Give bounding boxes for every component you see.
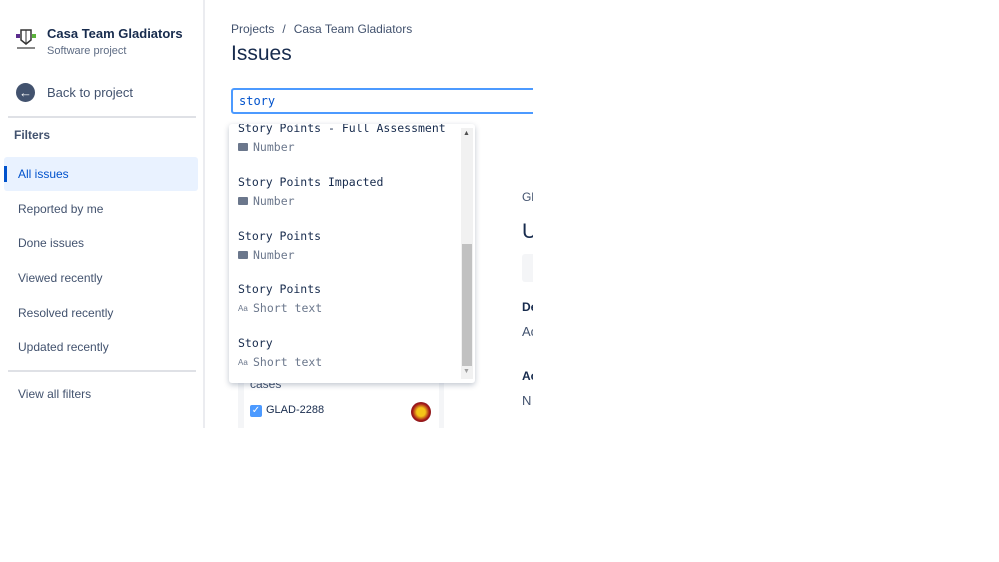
option-type: Short text: [253, 301, 323, 315]
breadcrumb-project[interactable]: Casa Team Gladiators: [294, 22, 413, 36]
description-placeholder[interactable]: Ac: [522, 324, 533, 339]
sidebar-item-all-issues[interactable]: All issues: [4, 157, 198, 191]
sidebar-item-done-issues[interactable]: Done issues: [4, 226, 198, 260]
back-to-project-link[interactable]: ← Back to project: [16, 83, 133, 102]
option-name[interactable]: Story Points - Full Assessment: [238, 124, 446, 135]
issue-key[interactable]: GLAD-2288: [266, 404, 324, 416]
sidebar-item-updated-recently[interactable]: Updated recently: [4, 330, 198, 364]
sidebar-item-viewed-recently[interactable]: Viewed recently: [4, 261, 198, 295]
scrollbar[interactable]: ▲ ▼: [461, 128, 473, 379]
detail-issue-key[interactable]: Gl: [522, 190, 533, 204]
avatar: [411, 402, 431, 422]
sidebar-item-resolved-recently[interactable]: Resolved recently: [4, 296, 198, 330]
breadcrumb-projects[interactable]: Projects: [231, 22, 274, 36]
option-name[interactable]: Story Points: [238, 282, 321, 296]
search-input[interactable]: story: [231, 88, 533, 114]
description-heading: De: [522, 300, 533, 314]
text-icon: Aa: [238, 357, 248, 367]
project-type: Software project: [47, 45, 127, 57]
number-icon: [238, 197, 248, 205]
option-name[interactable]: Story Points: [238, 229, 321, 243]
project-logo: [16, 29, 36, 49]
option-type: Number: [253, 248, 295, 262]
scroll-down-icon[interactable]: ▼: [463, 368, 470, 375]
story-checkbox-icon: ✓: [250, 405, 262, 417]
search-suggestions-dropdown: Story Points - Full Assessment Number St…: [229, 124, 475, 383]
activity-heading: Ac: [522, 369, 533, 383]
number-icon: [238, 251, 248, 259]
breadcrumb-separator: /: [282, 22, 286, 36]
page-title: Issues: [231, 42, 292, 65]
view-all-filters-link[interactable]: View all filters: [4, 377, 198, 411]
detail-action-button[interactable]: [522, 254, 533, 282]
filters-heading: Filters: [14, 128, 51, 142]
project-name: Casa Team Gladiators: [47, 26, 183, 41]
option-type: Number: [253, 140, 295, 154]
text-icon: Aa: [238, 303, 248, 313]
activity-text: N: [522, 393, 532, 408]
option-name[interactable]: Story Points Impacted: [238, 175, 383, 189]
option-type: Number: [253, 194, 295, 208]
option-type: Short text: [253, 355, 323, 369]
scroll-up-icon[interactable]: ▲: [463, 130, 470, 137]
sidebar: Casa Team Gladiators Software project ← B…: [0, 0, 205, 428]
detail-title: U: [522, 220, 533, 243]
divider: [8, 370, 196, 372]
divider: [8, 116, 196, 118]
arrow-left-icon: ←: [16, 83, 35, 102]
scrollbar-thumb[interactable]: [462, 244, 472, 366]
back-label: Back to project: [47, 85, 133, 100]
breadcrumb: Projects / Casa Team Gladiators: [231, 22, 412, 36]
option-name[interactable]: Story: [238, 336, 273, 350]
sidebar-item-reported-by-me[interactable]: Reported by me: [4, 192, 198, 226]
number-icon: [238, 143, 248, 151]
